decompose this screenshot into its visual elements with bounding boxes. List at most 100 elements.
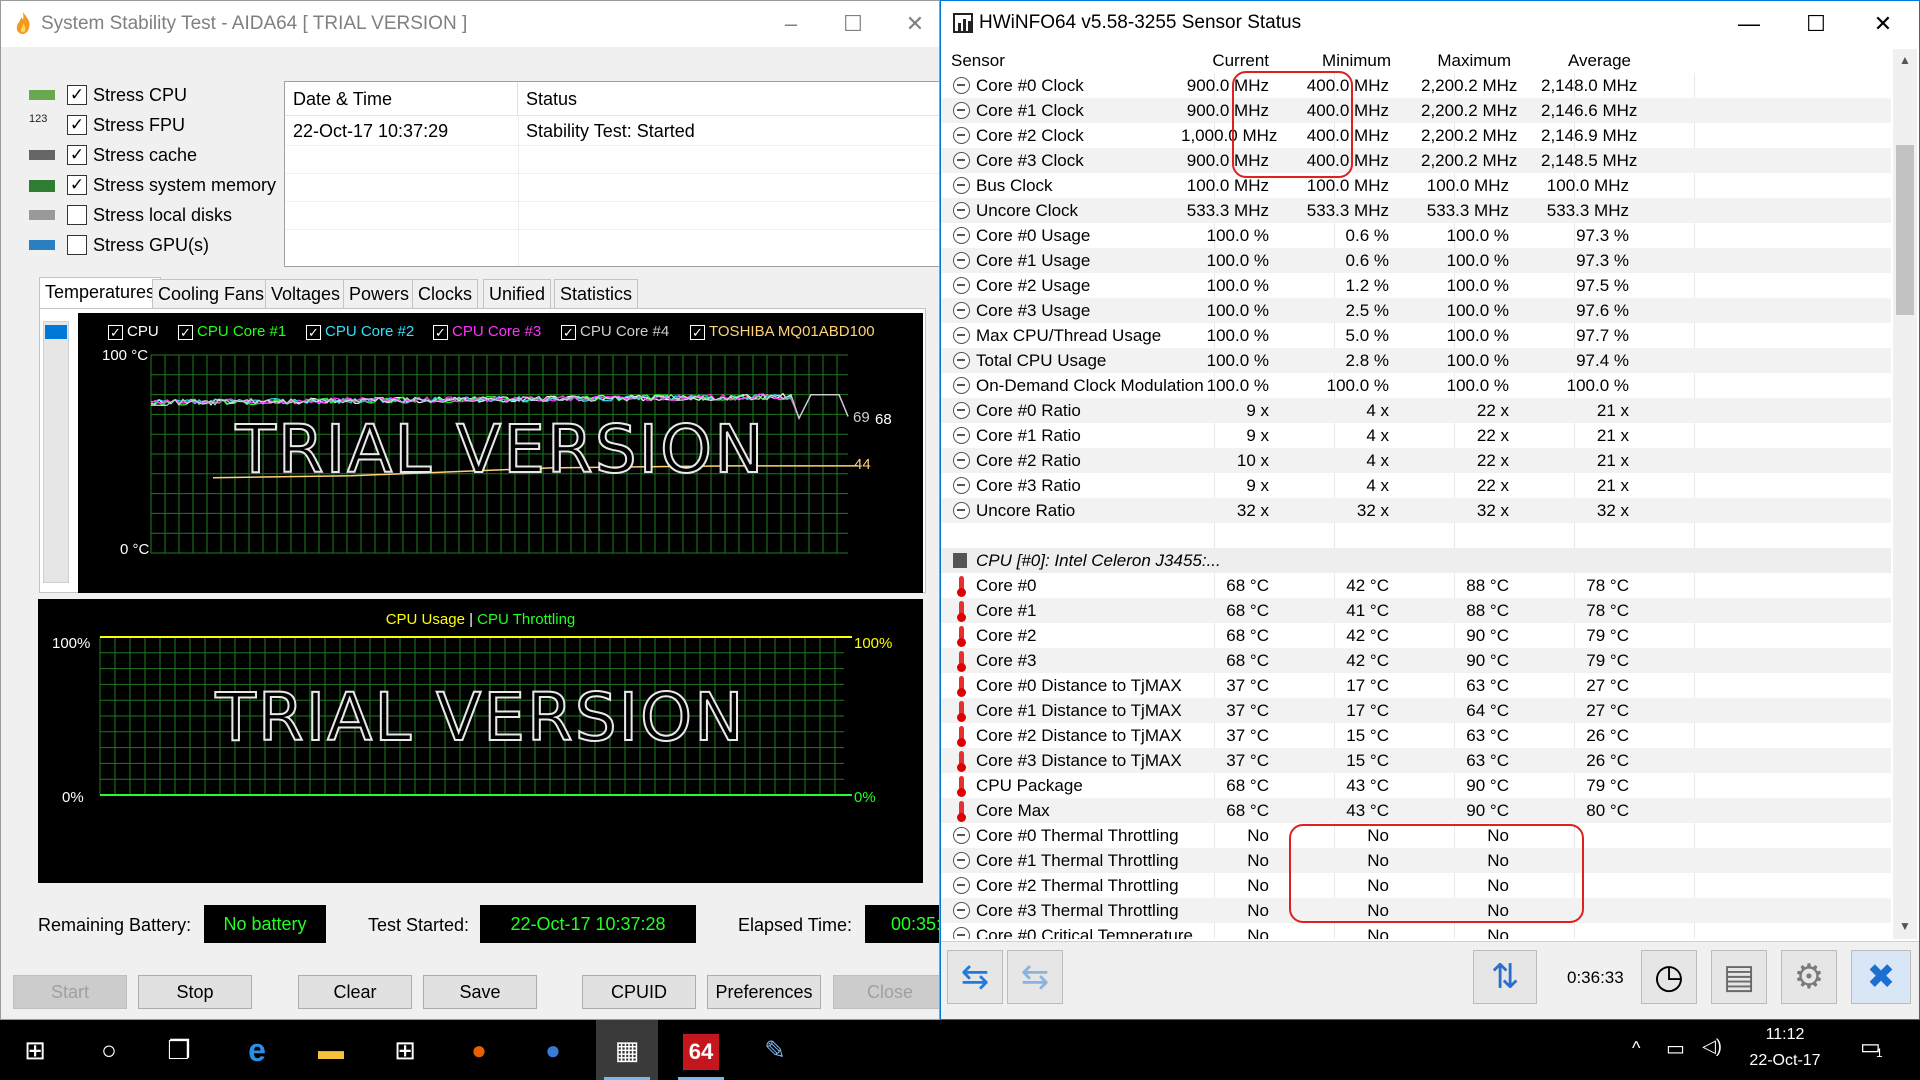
stress-checkbox[interactable]: ✓ [67, 115, 87, 135]
clock-icon[interactable]: ◷ [1641, 950, 1697, 1004]
temp-legend-checkbox[interactable]: ✓ [433, 324, 448, 340]
stress-checkbox[interactable] [67, 205, 87, 225]
temp-legend-checkbox[interactable]: ✓ [690, 324, 705, 340]
hwinfo-title-bar[interactable]: HWiNFO64 v5.58-3255 Sensor Status — ☐ ✕ [941, 1, 1919, 47]
sensor-row[interactable]: On-Demand Clock Modulation 100.0 % 100.0 %… [941, 373, 1891, 398]
aida64-taskbar-icon[interactable]: 64 [670, 1020, 732, 1080]
temp-legend-item-2[interactable]: ✓ CPU Core #2 [306, 323, 414, 340]
preferences-button[interactable]: Preferences [707, 975, 821, 1009]
network-icon[interactable]: ⇅ [1473, 950, 1537, 1004]
tab-unified[interactable]: Unified [483, 279, 552, 309]
sensor-row[interactable]: Core #0 Usage 100.0 % 0.6 % 100.0 % 97.3 % [941, 223, 1891, 248]
clock-time[interactable]: 11:12 [1742, 1026, 1828, 1044]
cpuid-button[interactable]: CPUID [582, 975, 696, 1009]
maximize-button[interactable]: ☐ [823, 1, 883, 47]
firefox-icon[interactable]: ● [448, 1020, 510, 1080]
sensor-row[interactable]: Uncore Ratio 32 x 32 x 32 x 32 x [941, 498, 1891, 523]
stress-option-4[interactable]: Stress local disks [29, 201, 289, 229]
notifications-icon[interactable]: ▭ 1 [1860, 1034, 1883, 1060]
network-tray-icon[interactable]: ▭ [1666, 1036, 1685, 1061]
graph-scrollbar[interactable] [43, 321, 69, 583]
sensor-scroll-thumb[interactable] [1896, 145, 1914, 315]
sensor-row[interactable]: Core #0 Distance to TjMAX 37 °C 17 °C 63 °C… [941, 673, 1891, 698]
sensor-row[interactable]: Max CPU/Thread Usage 100.0 % 5.0 % 100.0 % 9… [941, 323, 1891, 348]
temp-legend-item-4[interactable]: ✓ CPU Core #4 [561, 323, 669, 340]
start-windows-icon[interactable]: ⊞ [4, 1020, 66, 1080]
sensor-row[interactable]: Core #0 Critical Temperature No No No [941, 923, 1891, 939]
edge-icon[interactable]: e [226, 1020, 288, 1080]
aida64-title-bar[interactable]: System Stability Test - AIDA64 [ TRIAL V… [1, 1, 939, 47]
nav-forward-icon[interactable]: ⇆ [1007, 950, 1063, 1004]
graph-scroll-thumb[interactable] [45, 325, 67, 339]
tab-voltages[interactable]: Voltages [265, 279, 347, 309]
stress-checkbox[interactable]: ✓ [67, 85, 87, 105]
store-icon[interactable]: ⊞ [374, 1020, 436, 1080]
clear-button[interactable]: Clear [298, 975, 412, 1009]
close-window-button[interactable]: ✕ [885, 1, 939, 47]
sensor-row[interactable]: Core #1 Clock 900.0 MHz 400.0 MHz 2,200.2 M… [941, 98, 1891, 123]
stress-option-2[interactable]: ✓ Stress cache [29, 141, 289, 169]
sensor-row[interactable]: Core #3 Ratio 9 x 4 x 22 x 21 x [941, 473, 1891, 498]
sensor-row[interactable]: Core #1 68 °C 41 °C 88 °C 78 °C [941, 598, 1891, 623]
sensor-row[interactable]: Core #1 Usage 100.0 % 0.6 % 100.0 % 97.3 % [941, 248, 1891, 273]
column-header-current[interactable]: Current [1181, 49, 1269, 73]
stress-option-1[interactable]: 123 ✓ Stress FPU [29, 111, 289, 139]
sensor-group-header[interactable]: CPU [#0]: Intel Celeron J3455:... [941, 548, 1891, 573]
temp-legend-checkbox[interactable]: ✓ [306, 324, 321, 340]
start-button[interactable]: Start [13, 975, 127, 1009]
temp-legend-item-3[interactable]: ✓ CPU Core #3 [433, 323, 541, 340]
sensor-row[interactable]: Core #3 Clock 900.0 MHz 400.0 MHz 2,200.2 M… [941, 148, 1891, 173]
file-explorer-icon[interactable]: ▬ [300, 1020, 362, 1080]
paint-icon[interactable]: ✎ [744, 1020, 806, 1080]
stress-checkbox[interactable] [67, 235, 87, 255]
hwinfo-taskbar-icon[interactable]: ▦ [596, 1020, 658, 1080]
save-button[interactable]: Save [423, 975, 537, 1009]
column-header-status[interactable]: Status [518, 82, 939, 116]
tab-temperatures[interactable]: Temperatures [39, 277, 162, 309]
tray-chevron-icon[interactable]: ^ [1632, 1038, 1640, 1059]
column-header-date-time[interactable]: Date & Time [285, 82, 518, 116]
task-view-icon[interactable]: ❐ [148, 1020, 210, 1080]
scroll-down-arrow[interactable]: ▼ [1893, 915, 1917, 937]
tab-statistics[interactable]: Statistics [554, 279, 639, 309]
tab-clocks[interactable]: Clocks [412, 279, 479, 309]
stress-checkbox[interactable]: ✓ [67, 175, 87, 195]
sensor-row[interactable]: Bus Clock 100.0 MHz 100.0 MHz 100.0 MHz 100.… [941, 173, 1891, 198]
sensor-row[interactable]: Core #2 Ratio 10 x 4 x 22 x 21 x [941, 448, 1891, 473]
column-header-sensor[interactable]: Sensor [951, 49, 1005, 73]
temp-legend-item-1[interactable]: ✓ CPU Core #1 [178, 323, 286, 340]
stop-button[interactable]: Stop [138, 975, 252, 1009]
column-header-average[interactable]: Average [1541, 49, 1631, 73]
sensor-row[interactable]: Core #3 Distance to TjMAX 37 °C 15 °C 63 °C… [941, 748, 1891, 773]
volume-icon[interactable]: ◁) [1702, 1036, 1722, 1057]
close-icon[interactable]: ✖ [1851, 950, 1911, 1004]
sensor-row[interactable]: Core #2 Usage 100.0 % 1.2 % 100.0 % 97.5 % [941, 273, 1891, 298]
temp-legend-checkbox[interactable]: ✓ [178, 324, 193, 340]
temp-legend-checkbox[interactable]: ✓ [108, 324, 123, 340]
status-log-table[interactable]: Date & Time Status 22-Oct-17 10:37:29 St… [284, 81, 939, 267]
temp-legend-item-5[interactable]: ✓ TOSHIBA MQ01ABD100 [690, 323, 875, 340]
minimize-button[interactable]: – [761, 1, 821, 47]
clock-date[interactable]: 22-Oct-17 [1736, 1052, 1834, 1070]
sensor-row[interactable]: Core #2 Clock 1,000.0 MHz 400.0 MHz 2,200.2… [941, 123, 1891, 148]
close-button[interactable]: Close [833, 975, 939, 1009]
sensor-scrollbar[interactable]: ▲ ▼ [1893, 49, 1917, 939]
search-icon[interactable]: ○ [78, 1020, 140, 1080]
sensor-row[interactable]: Uncore Clock 533.3 MHz 533.3 MHz 533.3 MHz 5… [941, 198, 1891, 223]
sensor-row[interactable]: CPU Package 68 °C 43 °C 90 °C 79 °C [941, 773, 1891, 798]
sensor-row[interactable]: Core #3 68 °C 42 °C 90 °C 79 °C [941, 648, 1891, 673]
tab-cooling-fans[interactable]: Cooling Fans [152, 279, 271, 309]
thunderbird-icon[interactable]: ● [522, 1020, 584, 1080]
sensor-row[interactable]: Core #0 68 °C 42 °C 88 °C 78 °C [941, 573, 1891, 598]
temp-legend-checkbox[interactable]: ✓ [561, 324, 576, 340]
report-icon[interactable]: ▤ [1711, 950, 1767, 1004]
sensor-list[interactable]: Core #0 Clock 900.0 MHz 400.0 MHz 2,200.2 M… [941, 73, 1891, 939]
tab-powers[interactable]: Powers [343, 279, 416, 309]
column-header-minimum[interactable]: Minimum [1301, 49, 1391, 73]
sensor-row[interactable] [941, 523, 1891, 548]
sensor-row[interactable]: Total CPU Usage 100.0 % 2.8 % 100.0 % 97.4 % [941, 348, 1891, 373]
sensor-row[interactable]: Core Max 68 °C 43 °C 90 °C 80 °C [941, 798, 1891, 823]
stress-option-3[interactable]: ✓ Stress system memory [29, 171, 289, 199]
nav-back-icon[interactable]: ⇆ [947, 950, 1003, 1004]
sensor-row[interactable]: Core #0 Ratio 9 x 4 x 22 x 21 x [941, 398, 1891, 423]
